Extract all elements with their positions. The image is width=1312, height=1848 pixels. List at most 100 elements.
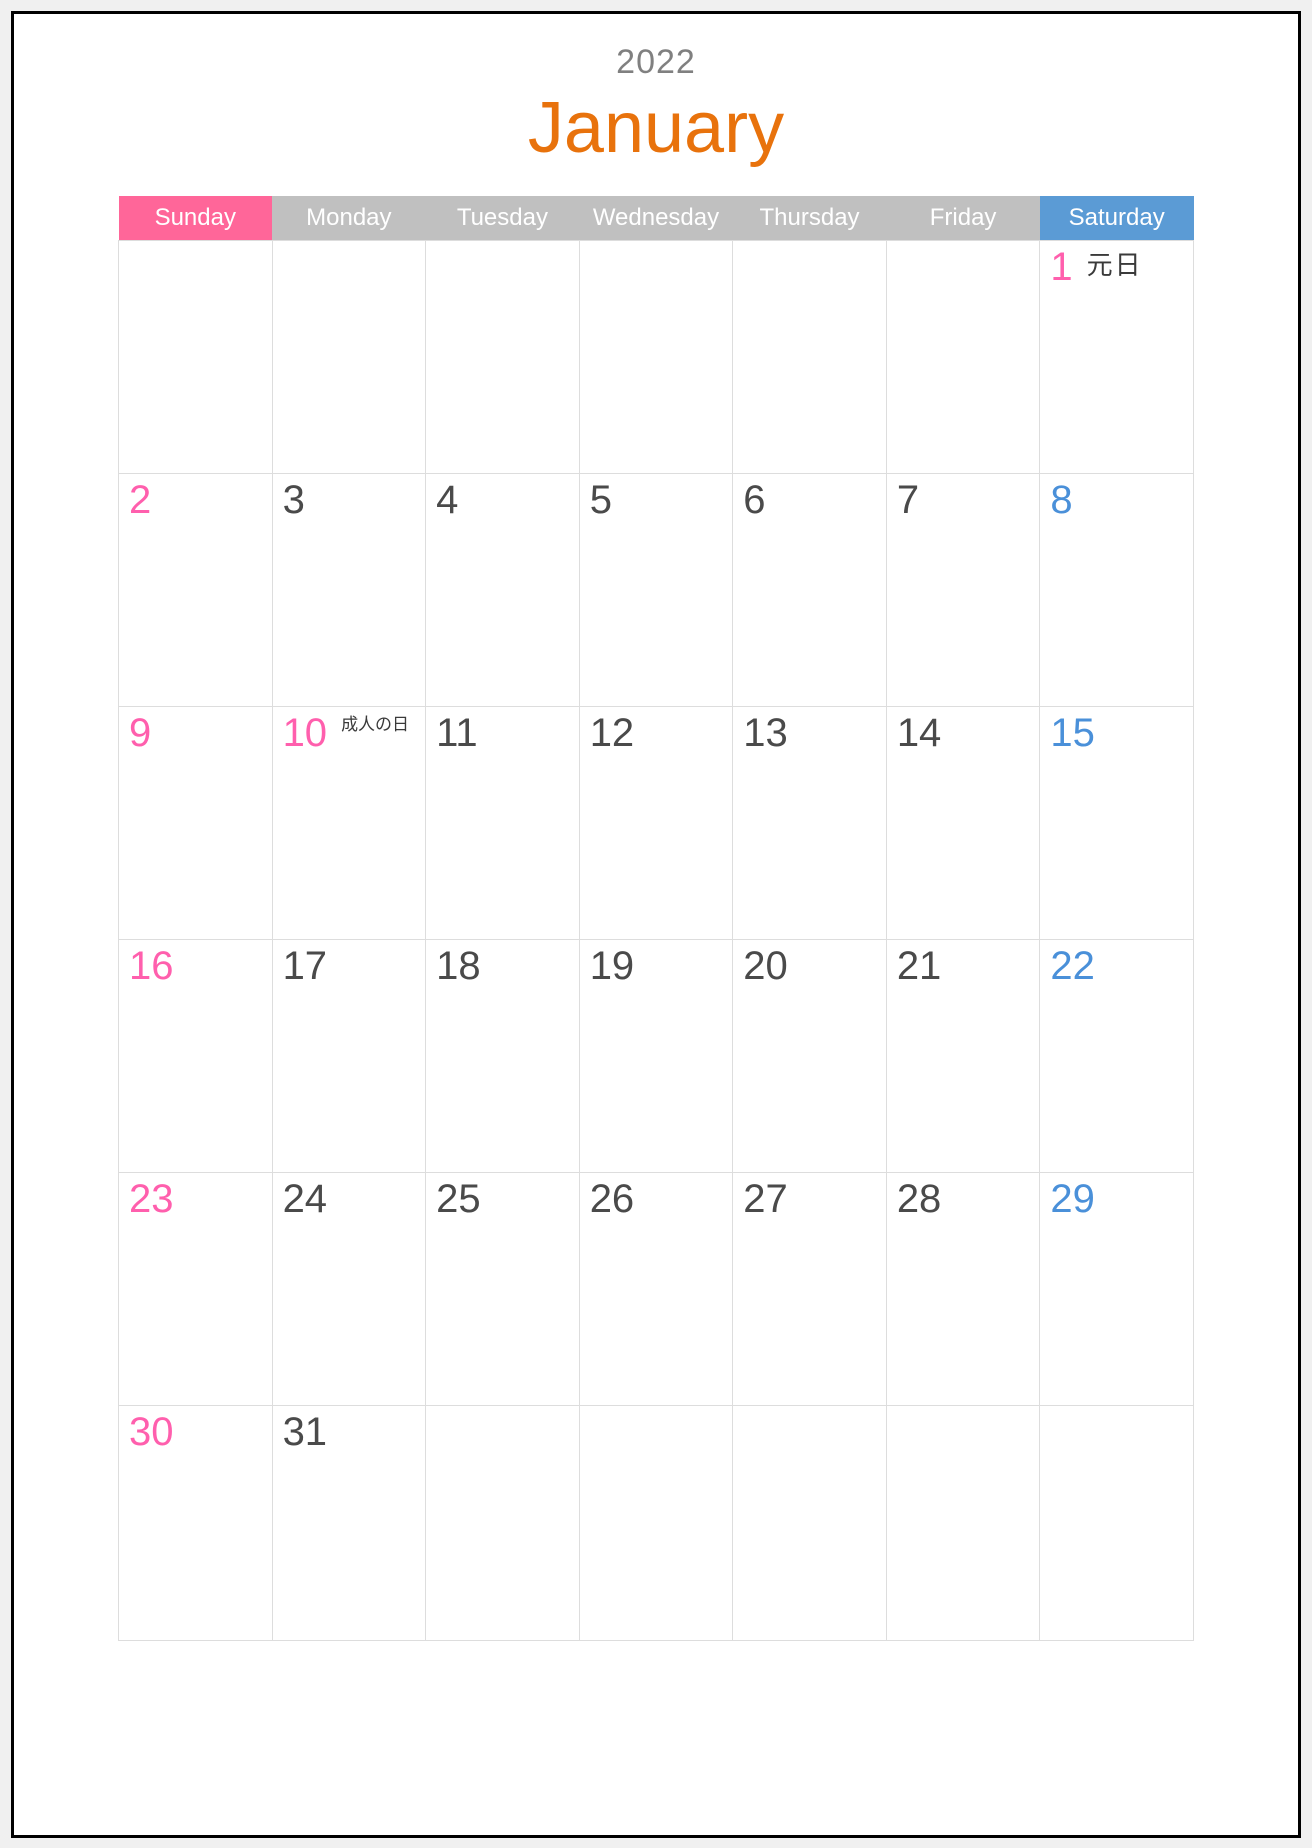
calendar-year: 2022 <box>616 43 696 81</box>
day-cell-content: 1 元日 <box>1050 247 1183 295</box>
calendar-day-cell[interactable]: 10 成人の日 <box>271 705 427 940</box>
day-cell-content: 24 <box>283 1179 416 1227</box>
calendar-day-cell[interactable]: 5 <box>578 472 734 707</box>
calendar-day-cell[interactable]: 26 <box>578 1171 734 1406</box>
day-cell-content: 29 <box>1050 1179 1183 1227</box>
day-number: 6 <box>743 477 766 522</box>
day-number: 17 <box>282 943 328 988</box>
calendar-day-cell[interactable]: 12 <box>578 705 734 940</box>
calendar-day-cell[interactable]: 20 <box>732 938 887 1173</box>
calendar-empty-cell <box>118 239 273 474</box>
calendar-empty-cell <box>578 239 734 474</box>
weekday-header-friday: Friday <box>886 196 1040 241</box>
calendar-day-cell[interactable]: 1 元日 <box>1039 239 1194 474</box>
day-number: 12 <box>589 710 635 755</box>
day-cell-content: 22 <box>1050 946 1183 994</box>
weekday-header-row: Sunday Monday Tuesday Wednesday Thursday Frid… <box>118 196 1194 241</box>
calendar-day-cell[interactable]: 16 <box>118 938 273 1173</box>
calendar-empty-cell <box>425 1404 580 1641</box>
calendar-day-cell[interactable]: 28 <box>885 1171 1041 1406</box>
calendar-day-cell[interactable]: 31 <box>271 1404 427 1641</box>
calendar-day-cell[interactable]: 30 <box>118 1404 273 1641</box>
day-number: 9 <box>129 710 152 755</box>
day-cell-content: 13 <box>743 713 876 761</box>
calendar-day-cell[interactable]: 9 <box>118 705 273 940</box>
day-cell-content: 21 <box>897 946 1030 994</box>
holiday-label: 元日 <box>1086 250 1143 281</box>
day-cell-content: 14 <box>897 713 1030 761</box>
calendar-empty-cell <box>425 239 580 474</box>
calendar-week-row: 2 3 4 5 6 7 8 <box>118 472 1194 707</box>
calendar-week-row: 16 17 18 19 20 21 22 <box>118 938 1194 1173</box>
day-cell-content: 10 成人の日 <box>283 713 416 761</box>
day-cell-content: 19 <box>590 946 723 994</box>
day-cell-content: 25 <box>436 1179 569 1227</box>
calendar-day-cell[interactable]: 13 <box>732 705 887 940</box>
day-number: 21 <box>896 943 942 988</box>
calendar-empty-cell <box>885 239 1041 474</box>
calendar-day-cell[interactable]: 15 <box>1039 705 1194 940</box>
calendar-day-cell[interactable]: 21 <box>885 938 1041 1173</box>
calendar-empty-cell <box>885 1404 1041 1641</box>
weekday-header-tuesday: Tuesday <box>425 196 580 241</box>
weekday-header-monday: Monday <box>272 196 426 241</box>
day-number: 14 <box>896 710 942 755</box>
day-cell-content: 30 <box>129 1412 262 1460</box>
calendar-day-cell[interactable]: 29 <box>1039 1171 1194 1406</box>
weekday-header-saturday: Saturday <box>1039 196 1194 241</box>
calendar-week-row: 23 24 25 26 27 28 29 <box>118 1171 1194 1406</box>
day-number: 23 <box>129 1176 174 1221</box>
day-cell-content: 31 <box>283 1412 416 1460</box>
calendar-day-cell[interactable]: 22 <box>1039 938 1194 1173</box>
calendar-day-cell[interactable]: 8 <box>1039 472 1194 707</box>
calendar-week-row: 9 10 成人の日 11 12 13 14 15 <box>118 705 1194 940</box>
day-number: 13 <box>743 710 788 755</box>
day-cell-content: 9 <box>129 713 262 761</box>
day-number: 22 <box>1050 943 1095 988</box>
day-number: 28 <box>896 1176 942 1221</box>
weekday-header-thursday: Thursday <box>732 196 887 241</box>
day-cell-content: 3 <box>283 480 416 528</box>
day-number: 7 <box>896 477 920 522</box>
day-cell-content: 4 <box>436 480 569 528</box>
calendar-page: 2022 January Sunday Monday Tuesday Wednesda… <box>11 11 1301 1838</box>
day-cell-content: 2 <box>129 480 262 528</box>
day-number: 2 <box>129 477 152 522</box>
day-cell-content: 23 <box>129 1179 262 1227</box>
calendar-day-cell[interactable]: 14 <box>885 705 1041 940</box>
day-number: 11 <box>436 710 478 755</box>
day-number: 20 <box>743 943 788 988</box>
day-cell-content: 18 <box>436 946 569 994</box>
calendar-day-cell[interactable]: 25 <box>425 1171 580 1406</box>
calendar-day-cell[interactable]: 2 <box>118 472 273 707</box>
calendar-title-block: 2022 January <box>14 14 1298 170</box>
calendar-day-cell[interactable]: 24 <box>271 1171 427 1406</box>
day-number: 26 <box>589 1176 635 1221</box>
day-cell-content: 16 <box>129 946 262 994</box>
day-number: 10 <box>282 710 328 755</box>
calendar-month-name: January <box>527 88 785 169</box>
day-cell-content: 8 <box>1050 480 1183 528</box>
day-cell-content: 7 <box>897 480 1030 528</box>
day-cell-content: 20 <box>743 946 876 994</box>
day-number: 15 <box>1050 710 1095 755</box>
day-cell-content: 12 <box>590 713 723 761</box>
calendar-day-cell[interactable]: 4 <box>425 472 580 707</box>
day-number: 8 <box>1050 477 1073 522</box>
calendar-day-cell[interactable]: 11 <box>425 705 580 940</box>
day-number: 5 <box>589 477 612 522</box>
calendar-day-cell[interactable]: 17 <box>271 938 427 1173</box>
calendar-week-row: 1 元日 <box>118 239 1194 474</box>
calendar-day-cell[interactable]: 18 <box>425 938 580 1173</box>
day-number: 1 <box>1050 244 1073 289</box>
calendar-day-cell[interactable]: 3 <box>271 472 427 707</box>
calendar-day-cell[interactable]: 23 <box>118 1171 273 1406</box>
day-number: 19 <box>589 943 635 988</box>
day-cell-content: 6 <box>743 480 876 528</box>
calendar-day-cell[interactable]: 19 <box>578 938 734 1173</box>
calendar-day-cell[interactable]: 6 <box>732 472 887 707</box>
calendar-empty-cell <box>271 239 427 474</box>
calendar-day-cell[interactable]: 27 <box>732 1171 887 1406</box>
day-number: 29 <box>1050 1176 1095 1221</box>
calendar-day-cell[interactable]: 7 <box>885 472 1041 707</box>
